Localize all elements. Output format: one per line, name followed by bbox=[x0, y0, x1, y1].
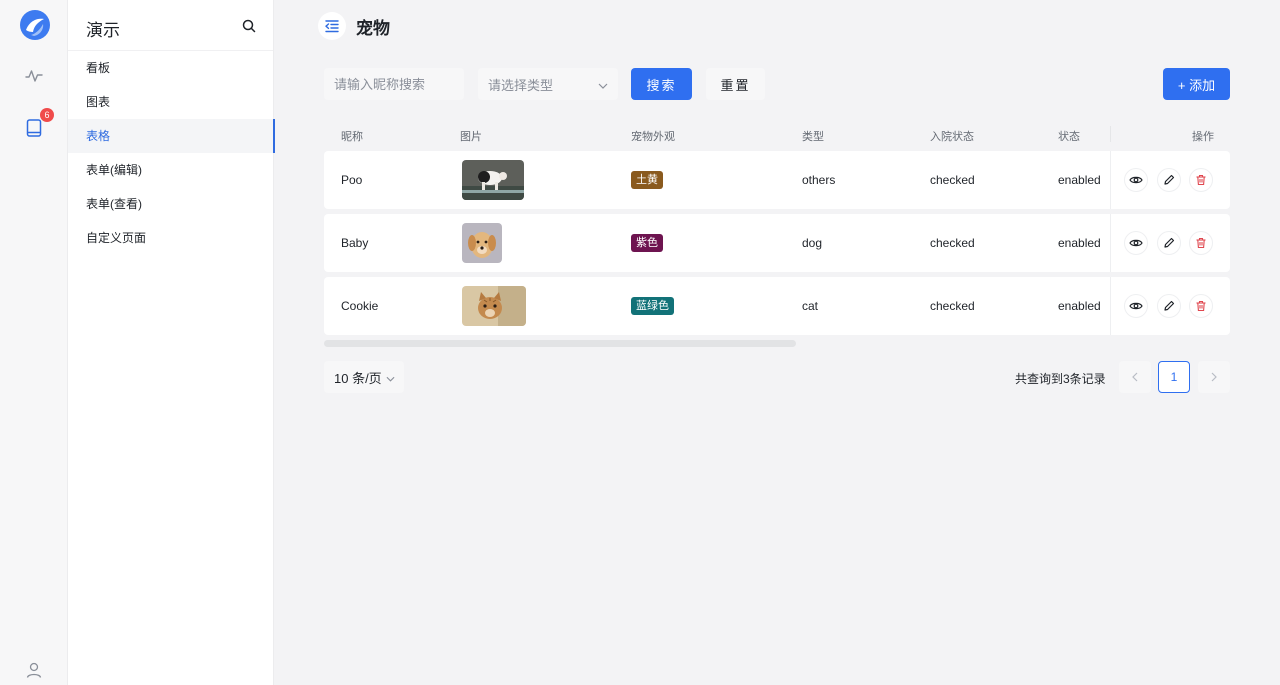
book-icon[interactable]: 6 bbox=[20, 108, 54, 142]
main-content: 宠物 请选择类型 搜索 重置 + 添加 昵称 图片 宠物外观 类型 入院状态 状… bbox=[274, 0, 1280, 685]
app-logo-icon[interactable] bbox=[20, 10, 50, 40]
type-select[interactable]: 请选择类型 bbox=[478, 68, 618, 100]
sidebar-item-charts[interactable]: 图表 bbox=[68, 85, 274, 119]
table-row: Baby 紫色 dog checked enabled bbox=[324, 214, 1230, 272]
sidebar-menu: 演示 看板 图表 表格 表单(编辑) 表单(查看) 自定义页面 bbox=[68, 0, 275, 685]
sidebar-item-form-edit[interactable]: 表单(编辑) bbox=[68, 153, 274, 187]
page-size-label: 10 条/页 bbox=[334, 370, 382, 386]
cell-type: dog bbox=[802, 236, 823, 250]
delete-icon[interactable] bbox=[1189, 294, 1213, 318]
column-header: 状态 bbox=[1058, 131, 1080, 143]
page-size-select[interactable]: 10 条/页 bbox=[324, 361, 404, 393]
view-icon[interactable] bbox=[1124, 294, 1148, 318]
sidebar-item-form-view[interactable]: 表单(查看) bbox=[68, 187, 274, 221]
sidebar-item-table[interactable]: 表格 bbox=[68, 119, 275, 153]
cell-type: cat bbox=[802, 299, 819, 313]
column-divider bbox=[1110, 126, 1111, 142]
chevron-down-icon bbox=[598, 77, 608, 92]
nickname-search-input[interactable] bbox=[324, 68, 464, 100]
sidebar-item-custom-page[interactable]: 自定义页面 bbox=[68, 221, 274, 255]
sidebar-title: 演示 bbox=[86, 21, 120, 40]
edit-icon[interactable] bbox=[1157, 231, 1181, 255]
type-select-placeholder: 请选择类型 bbox=[488, 77, 554, 93]
delete-icon[interactable] bbox=[1189, 168, 1213, 192]
column-header: 宠物外观 bbox=[631, 131, 675, 143]
edit-icon[interactable] bbox=[1157, 294, 1181, 318]
appearance-tag: 土黄 bbox=[631, 171, 663, 189]
next-page-button[interactable] bbox=[1198, 361, 1230, 393]
page-number-button[interactable]: 1 bbox=[1158, 361, 1190, 393]
appearance-tag: 紫色 bbox=[631, 234, 663, 252]
cell-status: enabled bbox=[1058, 299, 1101, 313]
search-button[interactable]: 搜索 bbox=[631, 68, 692, 100]
cell-admission: checked bbox=[930, 299, 975, 313]
pig-photo[interactable] bbox=[462, 160, 524, 200]
column-header: 操作 bbox=[1192, 131, 1214, 143]
cell-nickname: Baby bbox=[341, 236, 369, 250]
view-icon[interactable] bbox=[1124, 168, 1148, 192]
puppy-photo[interactable] bbox=[462, 223, 502, 263]
search-icon[interactable] bbox=[241, 18, 257, 34]
prev-page-button[interactable] bbox=[1119, 361, 1151, 393]
delete-icon[interactable] bbox=[1189, 231, 1213, 255]
view-icon[interactable] bbox=[1124, 231, 1148, 255]
edit-icon[interactable] bbox=[1157, 168, 1181, 192]
notification-badge: 6 bbox=[40, 108, 54, 122]
activity-icon[interactable] bbox=[20, 62, 48, 90]
chevron-left-icon bbox=[1132, 372, 1138, 382]
user-icon[interactable] bbox=[20, 656, 48, 684]
column-header: 昵称 bbox=[341, 131, 363, 143]
reset-button[interactable]: 重置 bbox=[706, 68, 765, 100]
icon-rail: 6 bbox=[0, 0, 68, 685]
menu-collapse-icon[interactable] bbox=[318, 12, 346, 40]
kitten-photo[interactable] bbox=[462, 286, 526, 326]
column-header: 入院状态 bbox=[930, 131, 974, 143]
total-records-text: 共查询到3条记录 bbox=[1015, 372, 1106, 386]
add-button[interactable]: + 添加 bbox=[1163, 68, 1230, 100]
table-header: 昵称 图片 宠物外观 类型 入院状态 状态 操作 bbox=[324, 120, 1230, 148]
cell-admission: checked bbox=[930, 173, 975, 187]
cell-type: others bbox=[802, 173, 836, 187]
page-title: 宠物 bbox=[356, 18, 390, 38]
cell-nickname: Poo bbox=[341, 173, 363, 187]
sidebar-item-dashboard[interactable]: 看板 bbox=[68, 51, 274, 85]
table-row: Cookie 蓝绿色 cat checked enabled bbox=[324, 277, 1230, 335]
row-actions bbox=[1110, 214, 1230, 272]
appearance-tag: 蓝绿色 bbox=[631, 297, 674, 315]
cell-admission: checked bbox=[930, 236, 975, 250]
sidebar-header: 演示 bbox=[68, 0, 273, 51]
column-header: 图片 bbox=[460, 131, 482, 143]
cell-status: enabled bbox=[1058, 236, 1101, 250]
horizontal-scrollbar[interactable] bbox=[324, 340, 796, 347]
table-row: Poo 土黄 others checked enabled bbox=[324, 151, 1230, 209]
page-header: 宠物 bbox=[318, 12, 390, 40]
cell-nickname: Cookie bbox=[341, 299, 379, 313]
row-actions bbox=[1110, 151, 1230, 209]
chevron-right-icon bbox=[1211, 372, 1217, 382]
chevron-down-icon bbox=[386, 370, 395, 385]
cell-status: enabled bbox=[1058, 173, 1101, 187]
column-header: 类型 bbox=[802, 131, 824, 143]
row-actions bbox=[1110, 277, 1230, 335]
